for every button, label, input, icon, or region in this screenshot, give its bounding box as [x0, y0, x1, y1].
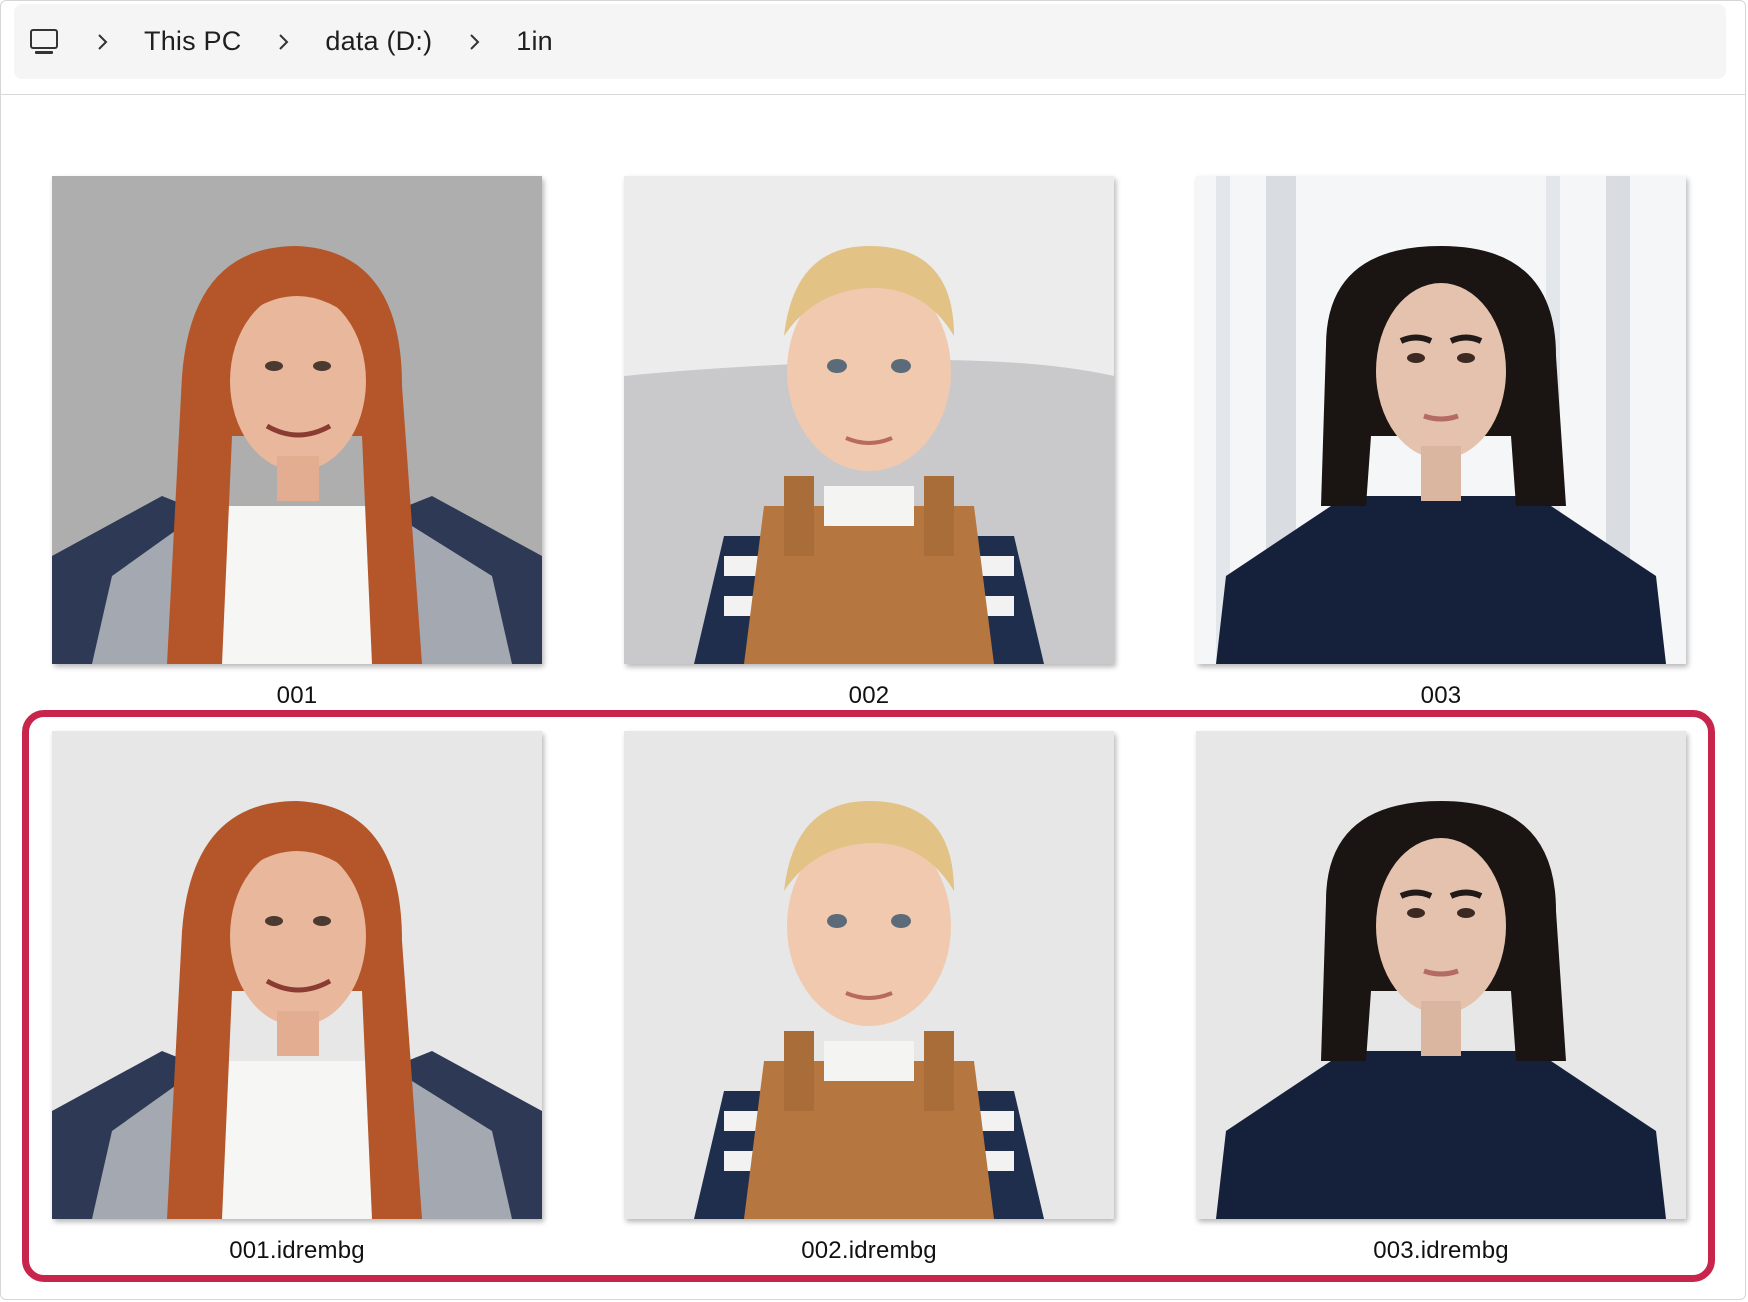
breadcrumb-item-1in[interactable]: 1in	[516, 26, 553, 57]
file-name[interactable]: 001	[52, 682, 542, 710]
chevron-right-icon[interactable]	[468, 32, 482, 52]
breadcrumb-item-this-pc[interactable]: This PC	[144, 26, 241, 57]
file-name[interactable]: 002	[624, 682, 1114, 710]
computer-icon[interactable]	[28, 26, 60, 58]
chevron-right-icon[interactable]	[277, 32, 291, 52]
breadcrumb-item-data-drive[interactable]: data (D:)	[325, 26, 432, 57]
file-name[interactable]: 003	[1196, 682, 1686, 710]
selection-highlight	[22, 710, 1715, 1282]
address-bar[interactable]: This PC data (D:) 1in	[14, 4, 1726, 79]
divider	[0, 94, 1746, 95]
thumbnail-image[interactable]	[52, 176, 542, 664]
thumbnail-image[interactable]	[1196, 176, 1686, 664]
chevron-right-icon[interactable]	[96, 32, 110, 52]
thumbnail-image[interactable]	[624, 176, 1114, 664]
